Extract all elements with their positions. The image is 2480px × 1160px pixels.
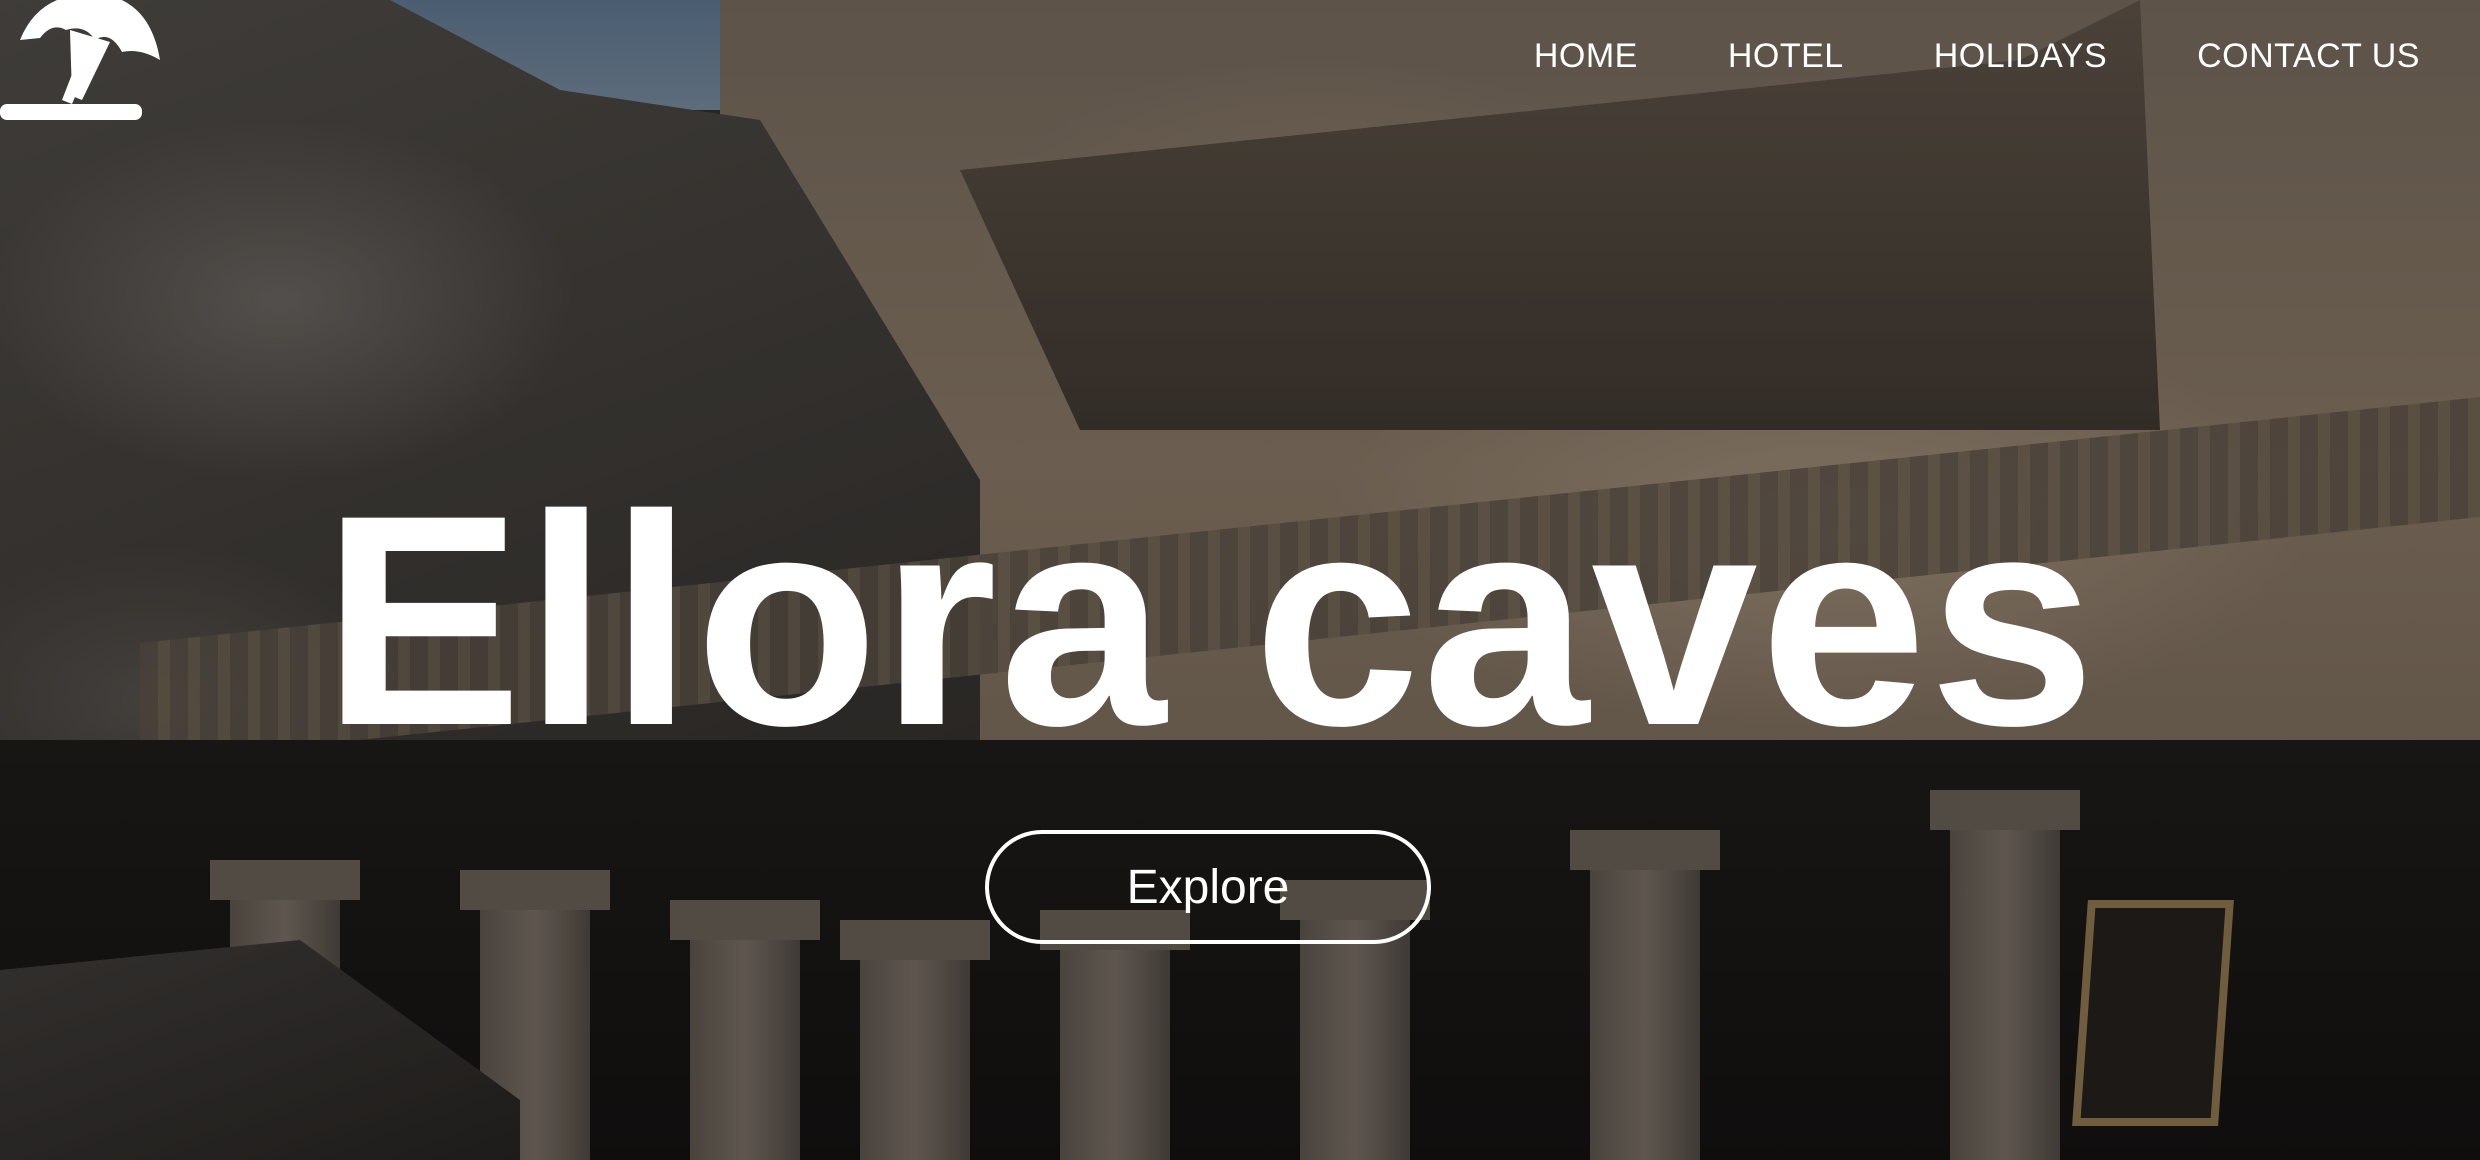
hero-section: HOME HOTEL HOLIDAYS CONTACT US Ellora ca… xyxy=(0,0,2480,1160)
hero-title: Ellora caves xyxy=(322,452,2098,788)
main-nav: HOME HOTEL HOLIDAYS CONTACT US xyxy=(1534,36,2420,76)
nav-contact-us[interactable]: CONTACT US xyxy=(2197,36,2420,76)
nav-holidays[interactable]: HOLIDAYS xyxy=(1934,36,2107,76)
beach-umbrella-icon[interactable] xyxy=(0,0,170,125)
nav-hotel[interactable]: HOTEL xyxy=(1728,36,1844,76)
nav-home[interactable]: HOME xyxy=(1534,36,1638,76)
explore-button[interactable]: Explore xyxy=(985,830,1431,944)
